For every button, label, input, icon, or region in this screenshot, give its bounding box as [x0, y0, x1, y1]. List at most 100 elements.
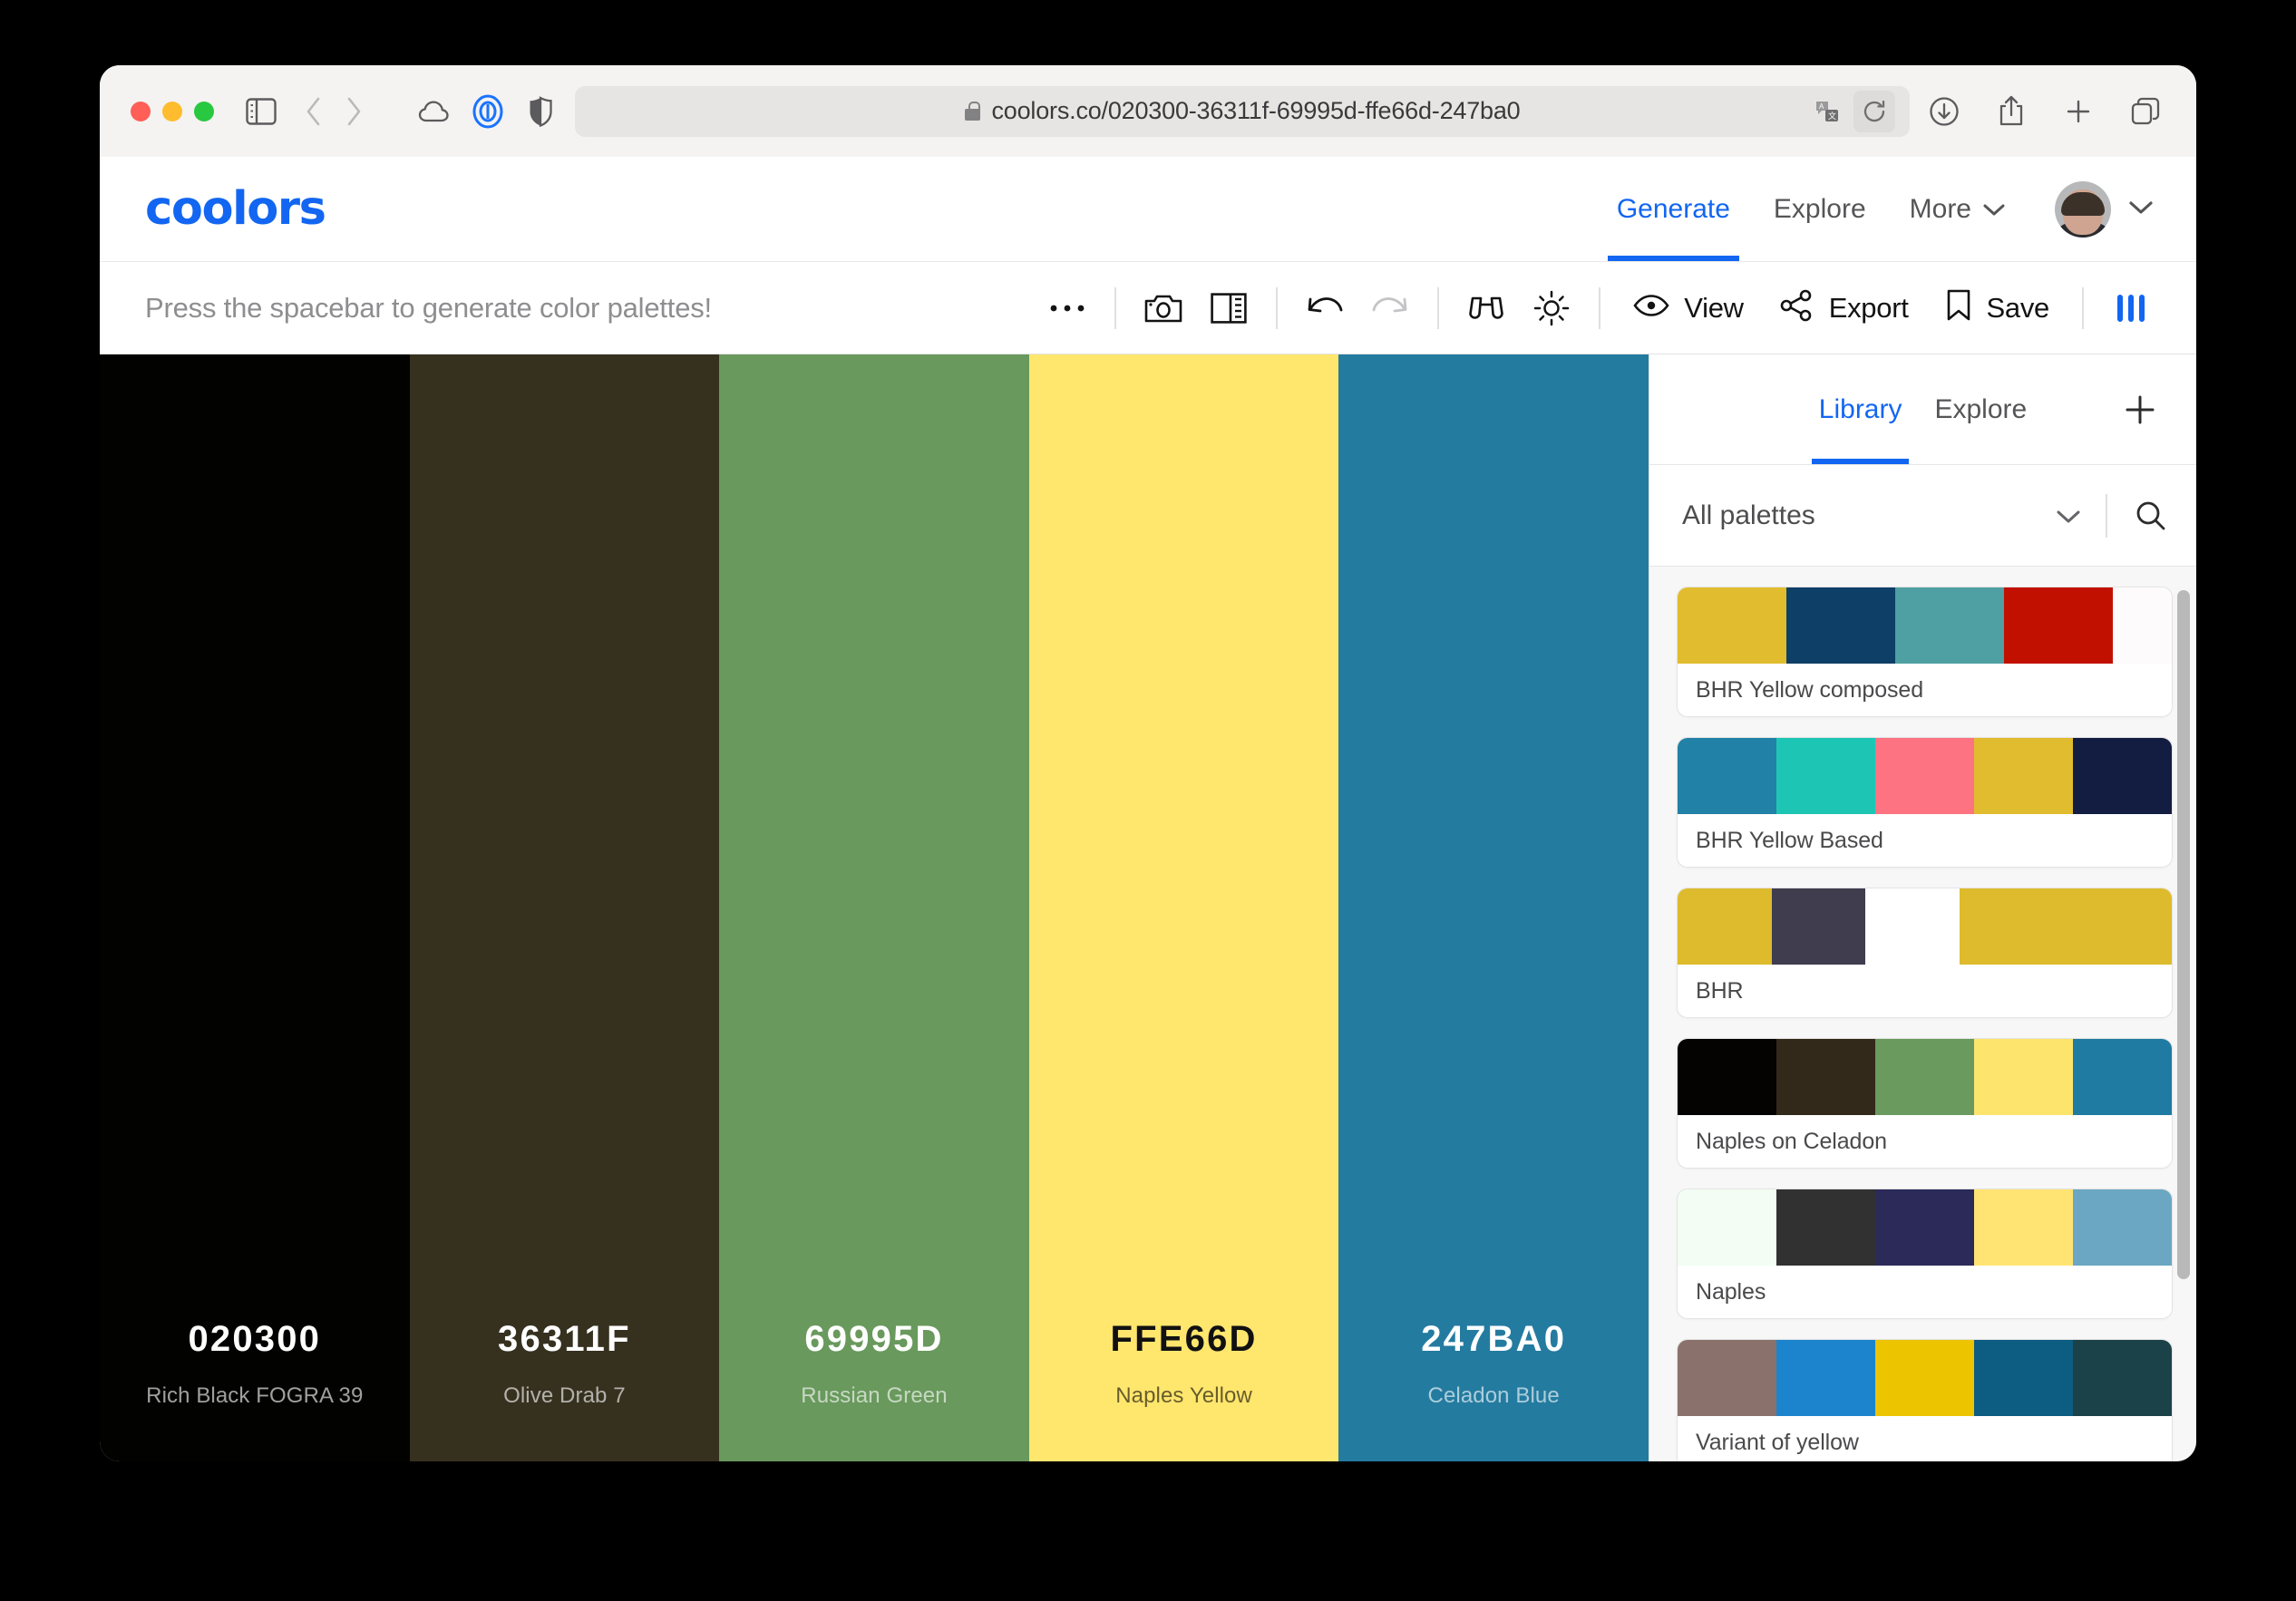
- share-nodes-icon: [1780, 289, 1814, 326]
- swatch-hex[interactable]: 69995D: [804, 1319, 943, 1360]
- coolors-logo[interactable]: coolors: [145, 182, 326, 236]
- address-bar-actions: A 文: [1806, 86, 1895, 137]
- palette-filter-label: All palettes: [1682, 500, 1815, 530]
- account-chevron-down-icon[interactable]: [2127, 199, 2155, 219]
- palette-list[interactable]: BHR Yellow composed BHR Yellow Based BHR: [1649, 567, 2196, 1461]
- privacy-shield-icon[interactable]: [520, 92, 560, 131]
- nav-label-generate: Generate: [1616, 193, 1730, 224]
- 1password-icon[interactable]: [468, 92, 508, 131]
- palette-swatches: 020300 Rich Black FOGRA 39 36311F Olive …: [100, 354, 1649, 1461]
- spacebar-hint: Press the spacebar to generate color pal…: [145, 291, 712, 324]
- new-tab-icon[interactable]: [2058, 92, 2098, 131]
- swatch-color-name: Rich Black FOGRA 39: [146, 1383, 364, 1408]
- toolbar-divider: [1599, 286, 1601, 329]
- save-label: Save: [1986, 291, 2050, 324]
- toolbar-divider: [1114, 286, 1117, 329]
- palette-preview: [1678, 1340, 2172, 1416]
- toolbar-divider: [1437, 286, 1440, 329]
- nav-item-explore[interactable]: Explore: [1752, 157, 1888, 261]
- toolbar-divider: [1276, 286, 1279, 329]
- swatch-color-name: Russian Green: [801, 1383, 948, 1408]
- undo-icon[interactable]: [1292, 276, 1357, 341]
- palette-preview: [1678, 888, 2172, 965]
- list-item[interactable]: Naples: [1677, 1189, 2173, 1319]
- swatch-hex[interactable]: 020300: [188, 1319, 321, 1360]
- reload-icon[interactable]: [1853, 90, 1895, 132]
- image-layout-icon[interactable]: [1196, 276, 1261, 341]
- close-window-button[interactable]: [131, 101, 151, 121]
- nav-item-more[interactable]: More: [1888, 157, 2028, 261]
- sidebar-scrollbar[interactable]: [2177, 590, 2190, 1279]
- swatch-0[interactable]: 020300 Rich Black FOGRA 39: [100, 354, 410, 1461]
- palette-filter[interactable]: All palettes: [1649, 465, 2196, 567]
- palette-preview: [1678, 587, 2172, 664]
- swatch-3[interactable]: FFE66D Naples Yellow: [1028, 354, 1339, 1461]
- tab-overview-icon[interactable]: [2126, 92, 2165, 131]
- translate-icon[interactable]: A 文: [1806, 91, 1848, 132]
- sidebar-icon[interactable]: [241, 92, 281, 131]
- window-controls[interactable]: [131, 101, 214, 121]
- lock-icon: [964, 102, 980, 121]
- more-options-icon[interactable]: [1035, 276, 1100, 341]
- palette-name: Naples on Celadon: [1678, 1115, 2172, 1168]
- list-item[interactable]: BHR Yellow composed: [1677, 587, 2173, 717]
- svg-text:文: 文: [1828, 111, 1836, 121]
- export-button[interactable]: Export: [1762, 276, 1927, 341]
- palette-preview: [1678, 738, 2172, 814]
- list-item[interactable]: Variant of yellow: [1677, 1339, 2173, 1461]
- download-icon[interactable]: [1924, 92, 1964, 131]
- camera-icon[interactable]: [1131, 276, 1196, 341]
- main-area: 020300 Rich Black FOGRA 39 36311F Olive …: [100, 354, 2196, 1461]
- tab-library-label: Library: [1818, 393, 1902, 424]
- share-icon[interactable]: [1991, 92, 2031, 131]
- swatch-2[interactable]: 69995D Russian Green: [719, 354, 1029, 1461]
- nav-label-explore: Explore: [1773, 193, 1866, 224]
- desktop-background: coolors.co/020300-36311f-69995d-ffe66d-2…: [0, 0, 2296, 1601]
- avatar[interactable]: [2055, 180, 2111, 238]
- view-label: View: [1684, 291, 1744, 324]
- palette-preview: [1678, 1189, 2172, 1266]
- palette-name: Naples: [1678, 1266, 2172, 1318]
- add-palette-button[interactable]: [2115, 384, 2165, 435]
- eye-icon: [1633, 294, 1669, 322]
- library-sidebar: Library Explore All palettes BHR Yellow …: [1649, 354, 2196, 1461]
- account-menu[interactable]: [2055, 180, 2155, 238]
- toolbar-divider: [2082, 286, 2084, 329]
- view-button[interactable]: View: [1615, 276, 1761, 341]
- back-icon[interactable]: [294, 92, 334, 131]
- tab-library[interactable]: Library: [1803, 354, 1919, 464]
- chevron-down-icon: [1982, 202, 2006, 217]
- chevron-down-icon[interactable]: [2055, 508, 2106, 524]
- sidebar-tabs: Library Explore: [1649, 354, 2196, 465]
- swatch-color-name: Olive Drab 7: [503, 1383, 626, 1408]
- icloud-icon[interactable]: [415, 92, 455, 131]
- list-item[interactable]: Naples on Celadon: [1677, 1038, 2173, 1169]
- minimize-window-button[interactable]: [162, 101, 182, 121]
- swatch-4[interactable]: 247BA0 Celadon Blue: [1338, 354, 1649, 1461]
- save-button[interactable]: Save: [1927, 276, 2067, 341]
- color-blindness-icon[interactable]: [1454, 276, 1519, 341]
- swatch-hex[interactable]: 247BA0: [1421, 1319, 1566, 1360]
- svg-text:A: A: [1819, 102, 1824, 111]
- nav-item-generate[interactable]: Generate: [1595, 157, 1752, 261]
- tab-explore[interactable]: Explore: [1918, 354, 2043, 464]
- palette-name: Variant of yellow: [1678, 1416, 2172, 1461]
- swatch-color-name: Celadon Blue: [1427, 1383, 1560, 1408]
- redo-icon[interactable]: [1357, 276, 1423, 341]
- forward-icon[interactable]: [334, 92, 374, 131]
- tab-explore-label: Explore: [1934, 393, 2028, 424]
- swatch-hex[interactable]: FFE66D: [1111, 1319, 1258, 1360]
- toolbar-icon-group: View Export Save: [1035, 276, 2164, 341]
- adjust-icon[interactable]: [1519, 276, 1584, 341]
- swatch-hex[interactable]: 36311F: [498, 1319, 631, 1360]
- list-item[interactable]: BHR: [1677, 888, 2173, 1018]
- palette-columns-toggle[interactable]: [2098, 276, 2164, 341]
- address-bar[interactable]: coolors.co/020300-36311f-69995d-ffe66d-2…: [575, 85, 1910, 137]
- list-item[interactable]: BHR Yellow Based: [1677, 737, 2173, 868]
- swatch-1[interactable]: 36311F Olive Drab 7: [409, 354, 720, 1461]
- zoom-window-button[interactable]: [194, 101, 214, 121]
- nav-label-more: More: [1909, 193, 1971, 224]
- search-icon[interactable]: [2107, 500, 2167, 532]
- url-text: coolors.co/020300-36311f-69995d-ffe66d-2…: [991, 97, 1521, 124]
- browser-window: coolors.co/020300-36311f-69995d-ffe66d-2…: [100, 65, 2196, 1461]
